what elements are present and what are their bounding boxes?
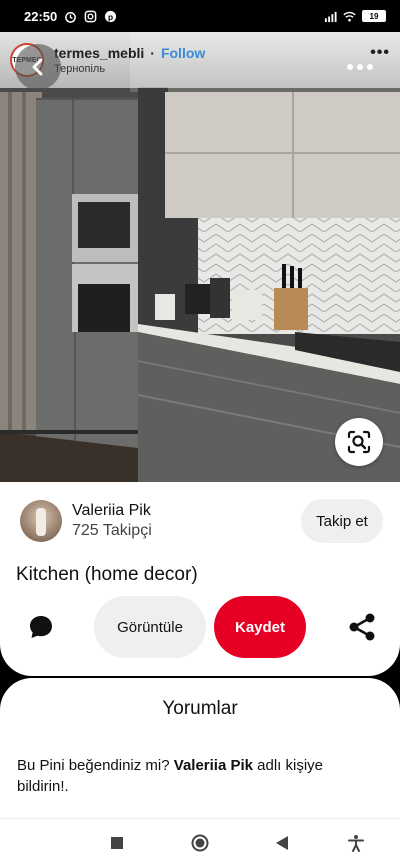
more-dot-icon	[347, 64, 353, 70]
battery-icon: 19	[362, 10, 386, 22]
visual-search-button[interactable]	[335, 418, 383, 466]
triangle-back-icon	[276, 836, 288, 850]
overlay-separator: ·	[150, 45, 155, 61]
comments-prompt-text: Bu Pini beğendiniz mi?	[17, 757, 174, 774]
pin-details-card: Valeriia Pik 725 Takipçi Takip et Kitche…	[0, 482, 400, 676]
status-bar: 22:50 p 19	[0, 0, 400, 32]
instagram-notification-icon	[84, 10, 97, 22]
accessibility-icon	[348, 835, 364, 852]
svg-text:p: p	[108, 11, 113, 21]
more-dot-icon	[357, 64, 363, 70]
wifi-icon	[343, 11, 356, 21]
more-options-button[interactable]	[340, 54, 380, 80]
circle-icon	[191, 834, 209, 852]
more-dot-icon	[367, 64, 373, 70]
back-nav-button[interactable]	[272, 833, 292, 853]
status-time: 22:50	[24, 8, 58, 24]
home-button[interactable]	[190, 833, 210, 853]
creator-avatar[interactable]	[20, 500, 62, 542]
alarm-icon	[65, 11, 77, 23]
accessibility-button[interactable]	[346, 833, 366, 853]
comments-title: Yorumlar	[162, 698, 238, 719]
lens-search-icon	[347, 430, 371, 454]
overlay-follow-link: Follow	[160, 45, 206, 61]
comments-prompt-creator[interactable]: Valeriia Pik	[174, 757, 253, 774]
pinterest-notification-icon: p	[105, 10, 117, 22]
overlay-username: termes_mebli	[54, 45, 145, 61]
system-navigation-bar	[0, 818, 400, 866]
chevron-left-icon	[32, 58, 43, 76]
comment-icon[interactable]	[26, 612, 56, 642]
action-row: Görüntüle Kaydet	[0, 596, 400, 658]
overlay-location: Тернопіль	[54, 63, 106, 75]
signal-icon	[324, 11, 337, 22]
creator-info[interactable]: Valeriia Pik 725 Takipçi	[20, 500, 152, 542]
view-button[interactable]: Görüntüle	[94, 596, 206, 658]
creator-name[interactable]: Valeriia Pik	[72, 502, 152, 520]
share-icon[interactable]	[346, 611, 378, 643]
square-icon	[111, 837, 123, 849]
follow-button[interactable]: Takip et	[301, 499, 383, 543]
pin-title: Kitchen (home decor)	[16, 564, 198, 585]
recent-apps-button[interactable]	[107, 833, 127, 853]
comments-section: Yorumlar Bu Pini beğendiniz mi? Valeriia…	[0, 678, 400, 818]
save-button[interactable]: Kaydet	[214, 596, 306, 658]
back-button[interactable]	[15, 44, 61, 90]
comments-prompt: Bu Pini beğendiniz mi? Valeriia Pik adlı…	[17, 755, 377, 797]
creator-followers: 725 Takipçi	[72, 522, 152, 539]
